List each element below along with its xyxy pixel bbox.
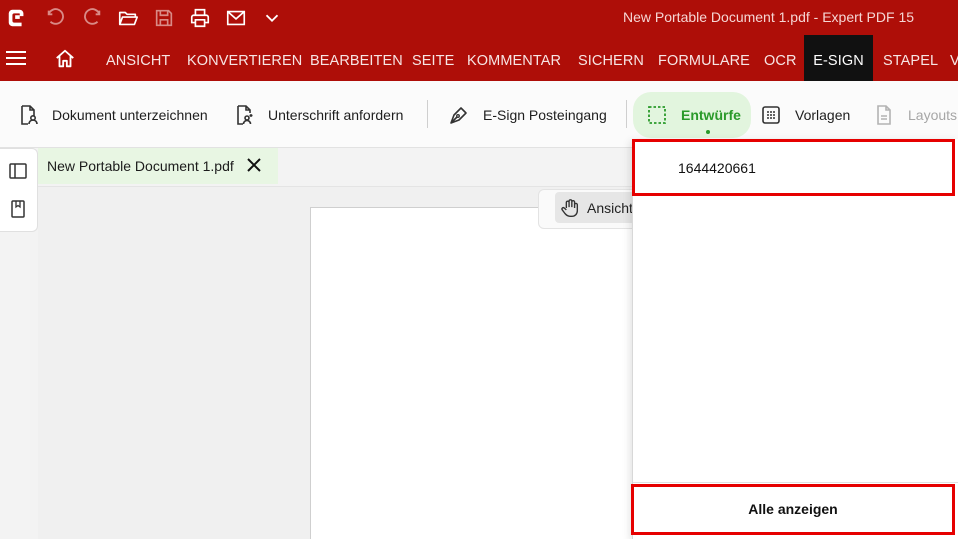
hand-icon bbox=[561, 198, 579, 217]
tab-ansicht[interactable]: ANSICHT bbox=[106, 35, 170, 81]
tab-sichern[interactable]: SICHERN bbox=[578, 35, 644, 81]
show-all-drafts-button[interactable]: Alle anzeigen bbox=[631, 484, 955, 535]
e-sign-inbox-button[interactable]: E-Sign Posteingang bbox=[447, 97, 607, 133]
ribbon-separator bbox=[427, 100, 428, 128]
sign-document-button[interactable]: Dokument unterzeichnen bbox=[16, 97, 208, 133]
drafts-icon bbox=[648, 106, 666, 124]
sidebar-toggle-icon[interactable] bbox=[8, 161, 28, 181]
e-sign-ribbon: Dokument unterzeichnen Unterschrift anfo… bbox=[0, 81, 958, 148]
close-icon[interactable] bbox=[246, 157, 262, 173]
menu-bar: ANSICHT KONVERTIEREN BEARBEITEN SEITE KO… bbox=[0, 35, 958, 81]
undo-icon[interactable] bbox=[40, 0, 72, 35]
tab-konvertieren[interactable]: KONVERTIEREN bbox=[187, 35, 302, 81]
ribbon-separator bbox=[626, 100, 627, 128]
chevron-down-icon[interactable] bbox=[256, 0, 288, 35]
mail-icon[interactable] bbox=[220, 0, 252, 35]
pdf-page bbox=[310, 207, 640, 539]
print-icon[interactable] bbox=[184, 0, 216, 35]
tab-bearbeiten[interactable]: BEARBEITEN bbox=[310, 35, 403, 81]
tab-seite[interactable]: SEITE bbox=[412, 35, 454, 81]
redo-icon[interactable] bbox=[76, 0, 108, 35]
request-signature-label: Unterschrift anfordern bbox=[268, 107, 404, 123]
drafts-label: Entwürfe bbox=[681, 107, 741, 123]
title-bar: New Portable Document 1.pdf - Expert PDF… bbox=[0, 0, 958, 35]
tab-formulare[interactable]: FORMULARE bbox=[658, 35, 750, 81]
side-panel-toolbar bbox=[0, 148, 38, 232]
layouts-button[interactable]: Layouts bbox=[872, 97, 957, 133]
drafts-dropdown-panel bbox=[632, 139, 958, 539]
tab-strip-divider bbox=[38, 186, 638, 187]
drafts-active-indicator bbox=[706, 130, 710, 134]
sign-document-icon bbox=[21, 105, 38, 125]
dropdown-divider bbox=[633, 482, 958, 483]
tab-kommentar[interactable]: KOMMENTAR bbox=[467, 35, 561, 81]
e-sign-inbox-label: E-Sign Posteingang bbox=[483, 107, 607, 123]
drafts-button[interactable]: Entwürfe bbox=[633, 92, 751, 138]
window-title: New Portable Document 1.pdf - Expert PDF… bbox=[623, 9, 915, 25]
home-icon[interactable] bbox=[54, 48, 76, 70]
templates-icon bbox=[762, 106, 780, 124]
bookmark-icon[interactable] bbox=[8, 199, 28, 219]
save-icon[interactable] bbox=[148, 0, 180, 35]
document-tab[interactable]: New Portable Document 1.pdf bbox=[38, 148, 278, 184]
tab-overflow[interactable]: V bbox=[950, 35, 958, 81]
tab-ocr[interactable]: OCR bbox=[764, 35, 797, 81]
draft-list-item[interactable]: 1644420661 bbox=[632, 139, 955, 196]
templates-button[interactable]: Vorlagen bbox=[759, 97, 850, 133]
view-tool-label: Ansicht bbox=[587, 199, 633, 216]
request-signature-button[interactable]: Unterschrift anfordern bbox=[232, 97, 403, 133]
request-signature-icon bbox=[237, 105, 253, 125]
tab-e-sign[interactable]: E-SIGN bbox=[804, 35, 873, 81]
tab-stapel[interactable]: STAPEL bbox=[883, 35, 938, 81]
templates-label: Vorlagen bbox=[795, 107, 851, 123]
sign-document-label: Dokument unterzeichnen bbox=[52, 107, 208, 123]
open-folder-icon[interactable] bbox=[112, 0, 144, 35]
app-logo-icon[interactable] bbox=[1, 0, 33, 35]
hamburger-menu-icon[interactable] bbox=[6, 51, 26, 65]
document-tab-label: New Portable Document 1.pdf bbox=[47, 158, 234, 174]
layouts-label: Layouts bbox=[908, 107, 958, 123]
layouts-icon bbox=[877, 105, 891, 125]
pen-nib-icon bbox=[450, 107, 467, 124]
